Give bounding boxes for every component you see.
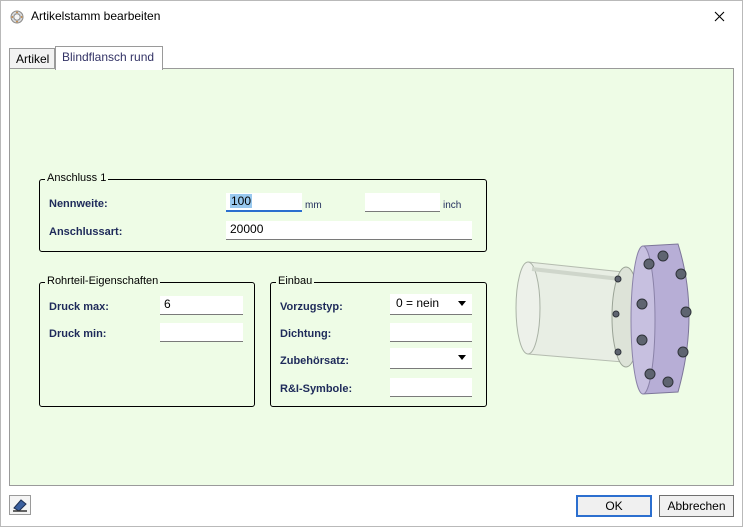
druck-max-input[interactable]: 6 bbox=[160, 296, 243, 315]
nennweite-label: Nennweite: bbox=[49, 198, 108, 210]
dropdown-arrow-icon bbox=[458, 301, 466, 306]
pipe-body bbox=[515, 261, 624, 363]
anschluss-group: Anschluss 1 Nennweite: 100 mm inch Ansch… bbox=[39, 172, 487, 252]
tab-panel: Anschluss 1 Nennweite: 100 mm inch Ansch… bbox=[9, 68, 734, 486]
druck-min-input[interactable] bbox=[160, 323, 243, 342]
druck-min-label: Druck min: bbox=[49, 328, 107, 340]
nennweite-value: 100 bbox=[230, 194, 253, 208]
inch-unit: inch bbox=[443, 200, 462, 211]
einbau-legend: Einbau bbox=[276, 275, 315, 287]
vorzugstyp-label: Vorzugstyp: bbox=[280, 301, 343, 313]
rohrteil-group: Rohrteil-Eigenschaften Druck max: 6 Druc… bbox=[39, 275, 255, 407]
eraser-icon bbox=[13, 499, 27, 512]
anschluss-legend: Anschluss 1 bbox=[45, 172, 109, 184]
edit-tool-button[interactable] bbox=[9, 495, 31, 515]
tab-blindflansch-rund[interactable]: Blindflansch rund bbox=[55, 46, 163, 70]
anschlussart-input[interactable]: 20000 bbox=[226, 221, 472, 240]
flange-disc bbox=[630, 243, 690, 395]
druck-max-label: Druck max: bbox=[49, 301, 109, 313]
cancel-button[interactable]: Abbrechen bbox=[659, 495, 734, 517]
ri-symbole-label: R&I-Symbole: bbox=[280, 383, 353, 395]
dialog-window: Artikelstamm bearbeiten Artikel Blindfla… bbox=[0, 0, 743, 527]
zubehoersatz-select[interactable] bbox=[390, 348, 472, 369]
tab-artikel[interactable]: Artikel bbox=[9, 48, 55, 69]
blind-flange-3d-image bbox=[515, 243, 692, 395]
window-title: Artikelstamm bearbeiten bbox=[31, 9, 161, 23]
inch-input[interactable] bbox=[365, 193, 440, 212]
title-bar: Artikelstamm bearbeiten bbox=[1, 1, 742, 32]
anschlussart-label: Anschlussart: bbox=[49, 226, 123, 238]
nennweite-input[interactable]: 100 bbox=[226, 193, 302, 212]
zubehoersatz-label: Zubehörsatz: bbox=[280, 355, 350, 367]
dropdown-arrow-icon bbox=[458, 355, 466, 360]
einbau-group: Einbau Vorzugstyp: 0 = nein Dichtung: Zu… bbox=[270, 275, 487, 407]
ok-button[interactable]: OK bbox=[576, 495, 652, 517]
ri-symbole-input[interactable] bbox=[390, 378, 472, 397]
app-gear-icon bbox=[10, 10, 24, 24]
rohrteil-legend: Rohrteil-Eigenschaften bbox=[45, 275, 161, 287]
vorzugstyp-select[interactable]: 0 = nein bbox=[390, 294, 472, 315]
dichtung-input[interactable] bbox=[390, 323, 472, 342]
close-button[interactable] bbox=[696, 1, 742, 32]
close-icon bbox=[714, 11, 724, 22]
nennweite-unit: mm bbox=[305, 200, 322, 211]
dichtung-label: Dichtung: bbox=[280, 328, 332, 340]
vorzugstyp-value: 0 = nein bbox=[396, 296, 440, 310]
